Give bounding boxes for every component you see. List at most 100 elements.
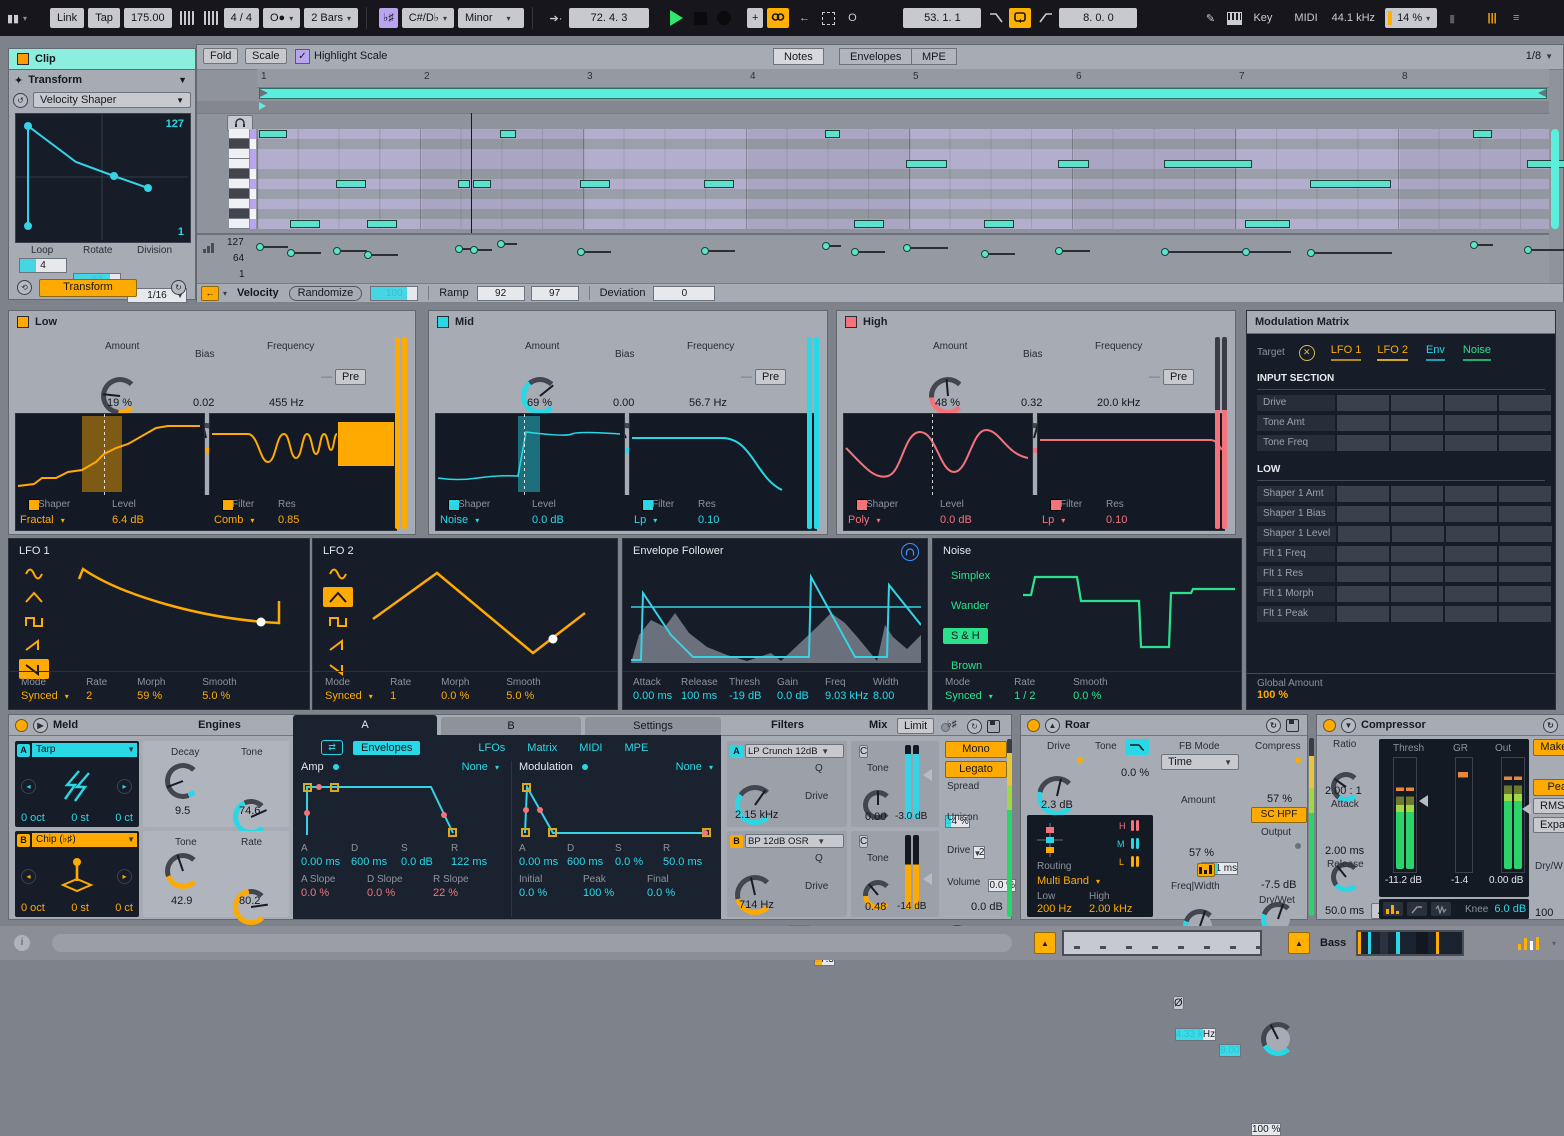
velocity-marker[interactable] xyxy=(1473,244,1493,246)
piano-keys[interactable] xyxy=(229,129,249,229)
engine-b-rate-value[interactable]: 80.2 xyxy=(239,895,260,907)
lfo1-mode-select[interactable]: Synced ▾ xyxy=(21,690,69,702)
matrix-row-label[interactable]: Drive xyxy=(1257,395,1335,411)
adsr-param[interactable]: A0.00 ms xyxy=(301,843,351,868)
collapse-chevron-icon[interactable]: ▼ xyxy=(178,75,187,85)
engine-b-st[interactable]: 0 st xyxy=(71,902,89,914)
midi-note[interactable] xyxy=(854,220,884,228)
lfo-wave-rampu-icon[interactable] xyxy=(323,635,353,655)
matrix-cell[interactable] xyxy=(1337,606,1389,622)
velocity-marker[interactable] xyxy=(580,251,611,253)
scale-root-menu[interactable]: C#/D♭▾ xyxy=(402,8,454,28)
scrub-area[interactable] xyxy=(197,101,1549,114)
filter-mode-select[interactable]: Comb ▾ xyxy=(214,514,254,526)
comp-drywet-value[interactable]: 100 % xyxy=(1535,907,1564,920)
transform-redo-icon[interactable]: ↻ xyxy=(171,280,186,295)
frequency-value[interactable]: 20.0 kHz xyxy=(1097,397,1140,409)
band-activator[interactable] xyxy=(845,316,857,328)
lfo2-rate-value[interactable]: 1 xyxy=(390,690,396,702)
volume-value[interactable]: 0.0 dB xyxy=(971,901,1003,913)
matrix-cell[interactable] xyxy=(1337,506,1389,522)
matrix-row-label[interactable]: Flt 1 Peak xyxy=(1257,606,1335,622)
matrix-cell[interactable] xyxy=(1337,486,1389,502)
shaper-display[interactable] xyxy=(15,413,205,497)
env-follower-param[interactable]: Attack0.00 ms xyxy=(633,677,681,702)
velocity-marker[interactable] xyxy=(473,249,493,251)
roar-drywet-field[interactable]: 100 % xyxy=(1251,1123,1281,1136)
play-button[interactable] xyxy=(667,9,685,27)
subtab-mpe[interactable]: MPE xyxy=(624,742,648,754)
arrangement-position-field[interactable]: 72. 4. 3 xyxy=(569,8,649,28)
session-record-icon[interactable] xyxy=(819,9,837,27)
engine-b-next-icon[interactable]: ▸ xyxy=(117,869,132,884)
matrix-cell[interactable] xyxy=(1391,435,1443,451)
piano-key[interactable] xyxy=(229,189,249,199)
meter-chevron-icon[interactable]: ▾ xyxy=(1552,939,1556,948)
view-collapsed-icon[interactable] xyxy=(1383,902,1403,916)
velocity-marker[interactable] xyxy=(1245,251,1291,253)
shaper-display[interactable] xyxy=(843,413,1033,497)
velocity-marker[interactable] xyxy=(290,252,321,254)
legato-button[interactable]: Legato xyxy=(945,761,1007,778)
matrix-cell[interactable] xyxy=(1499,435,1551,451)
matrix-cell[interactable] xyxy=(1337,586,1389,602)
matrix-cell[interactable] xyxy=(1337,566,1389,582)
mix-b-tone-value[interactable]: 0.48 xyxy=(865,901,886,913)
ramp-start-field[interactable]: 92 xyxy=(477,286,525,301)
velocity-marker[interactable] xyxy=(1164,251,1254,253)
global-amount-value[interactable]: 100 % xyxy=(1257,689,1288,701)
envelope-listen-headphone-icon[interactable] xyxy=(901,543,919,561)
out-value[interactable]: 0.00 dB xyxy=(1489,875,1523,886)
transform-apply-button[interactable]: Transform xyxy=(39,279,137,297)
midi-note[interactable] xyxy=(290,220,320,228)
midi-note[interactable] xyxy=(1164,160,1253,168)
noise-rate-value[interactable]: 1 / 2 xyxy=(1014,690,1035,702)
env-follower-param[interactable]: Thresh-19 dB xyxy=(729,677,777,702)
level-value[interactable]: 0.0 dB xyxy=(532,514,564,526)
selected-track-name[interactable]: Bass xyxy=(1320,937,1346,949)
lfo-wave-sine-icon[interactable] xyxy=(19,563,49,583)
matrix-cell[interactable] xyxy=(1500,526,1552,542)
adsr-param[interactable]: D600 ms xyxy=(567,843,615,868)
mix-a-pan-field[interactable]: C xyxy=(859,745,868,758)
level-value[interactable]: 0.0 dB xyxy=(940,514,972,526)
midi-note[interactable] xyxy=(458,180,470,188)
amount-value[interactable]: 69 % xyxy=(527,397,552,409)
engine-b-chip[interactable]: B xyxy=(17,834,30,847)
mix-b-level-handle[interactable] xyxy=(923,873,932,885)
matrix-cell[interactable] xyxy=(1445,415,1497,431)
velocity-marker[interactable] xyxy=(336,250,367,252)
engine-a-ct[interactable]: 0 ct xyxy=(115,812,133,824)
adsr-param[interactable]: S0.0 % xyxy=(615,843,663,868)
randomize-amount-field[interactable]: 100 xyxy=(370,286,418,301)
engine-a-next-icon[interactable]: ▸ xyxy=(117,779,132,794)
midi-note[interactable] xyxy=(1310,180,1391,188)
filter-b-type-select[interactable]: BP 12dB OSR ▼ xyxy=(745,834,844,848)
randomize-button[interactable]: Randomize xyxy=(289,286,363,301)
matrix-cell[interactable] xyxy=(1499,546,1551,562)
matrix-row-label[interactable]: Flt 1 Morph xyxy=(1257,586,1335,602)
matrix-cell[interactable] xyxy=(1338,526,1390,542)
subtab-envelopes[interactable]: Envelopes xyxy=(353,741,420,755)
thresh-value[interactable]: -11.2 dB xyxy=(1385,875,1422,886)
lfo-wave-rampu-icon[interactable] xyxy=(19,635,49,655)
adsr-param[interactable]: R122 ms xyxy=(451,843,501,868)
quantize-menu[interactable]: O●▾ xyxy=(263,8,300,28)
piano-key[interactable] xyxy=(229,149,249,159)
piano-key[interactable] xyxy=(229,199,249,209)
adsr-param[interactable]: D Slope0.0 % xyxy=(367,874,433,899)
loop-switch[interactable] xyxy=(1009,8,1031,28)
matrix-cell[interactable] xyxy=(1445,395,1497,411)
midi-note[interactable] xyxy=(1473,130,1492,138)
midi-note[interactable] xyxy=(1245,220,1290,228)
frequency-value[interactable]: 56.7 Hz xyxy=(689,397,727,409)
meld-tab-settings[interactable]: Settings xyxy=(585,717,721,735)
level-value[interactable]: 6.4 dB xyxy=(112,514,144,526)
engine-b-tone-value[interactable]: 42.9 xyxy=(171,895,192,907)
computer-midi-keyboard-icon[interactable] xyxy=(1225,9,1243,27)
shaper-mode-select[interactable]: Noise ▾ xyxy=(440,514,479,526)
meld-tab-b[interactable]: B xyxy=(441,717,581,735)
adsr-param[interactable]: A Slope0.0 % xyxy=(301,874,367,899)
velocity-marker[interactable] xyxy=(1310,252,1392,254)
expand-button[interactable]: Expand xyxy=(1533,817,1564,833)
